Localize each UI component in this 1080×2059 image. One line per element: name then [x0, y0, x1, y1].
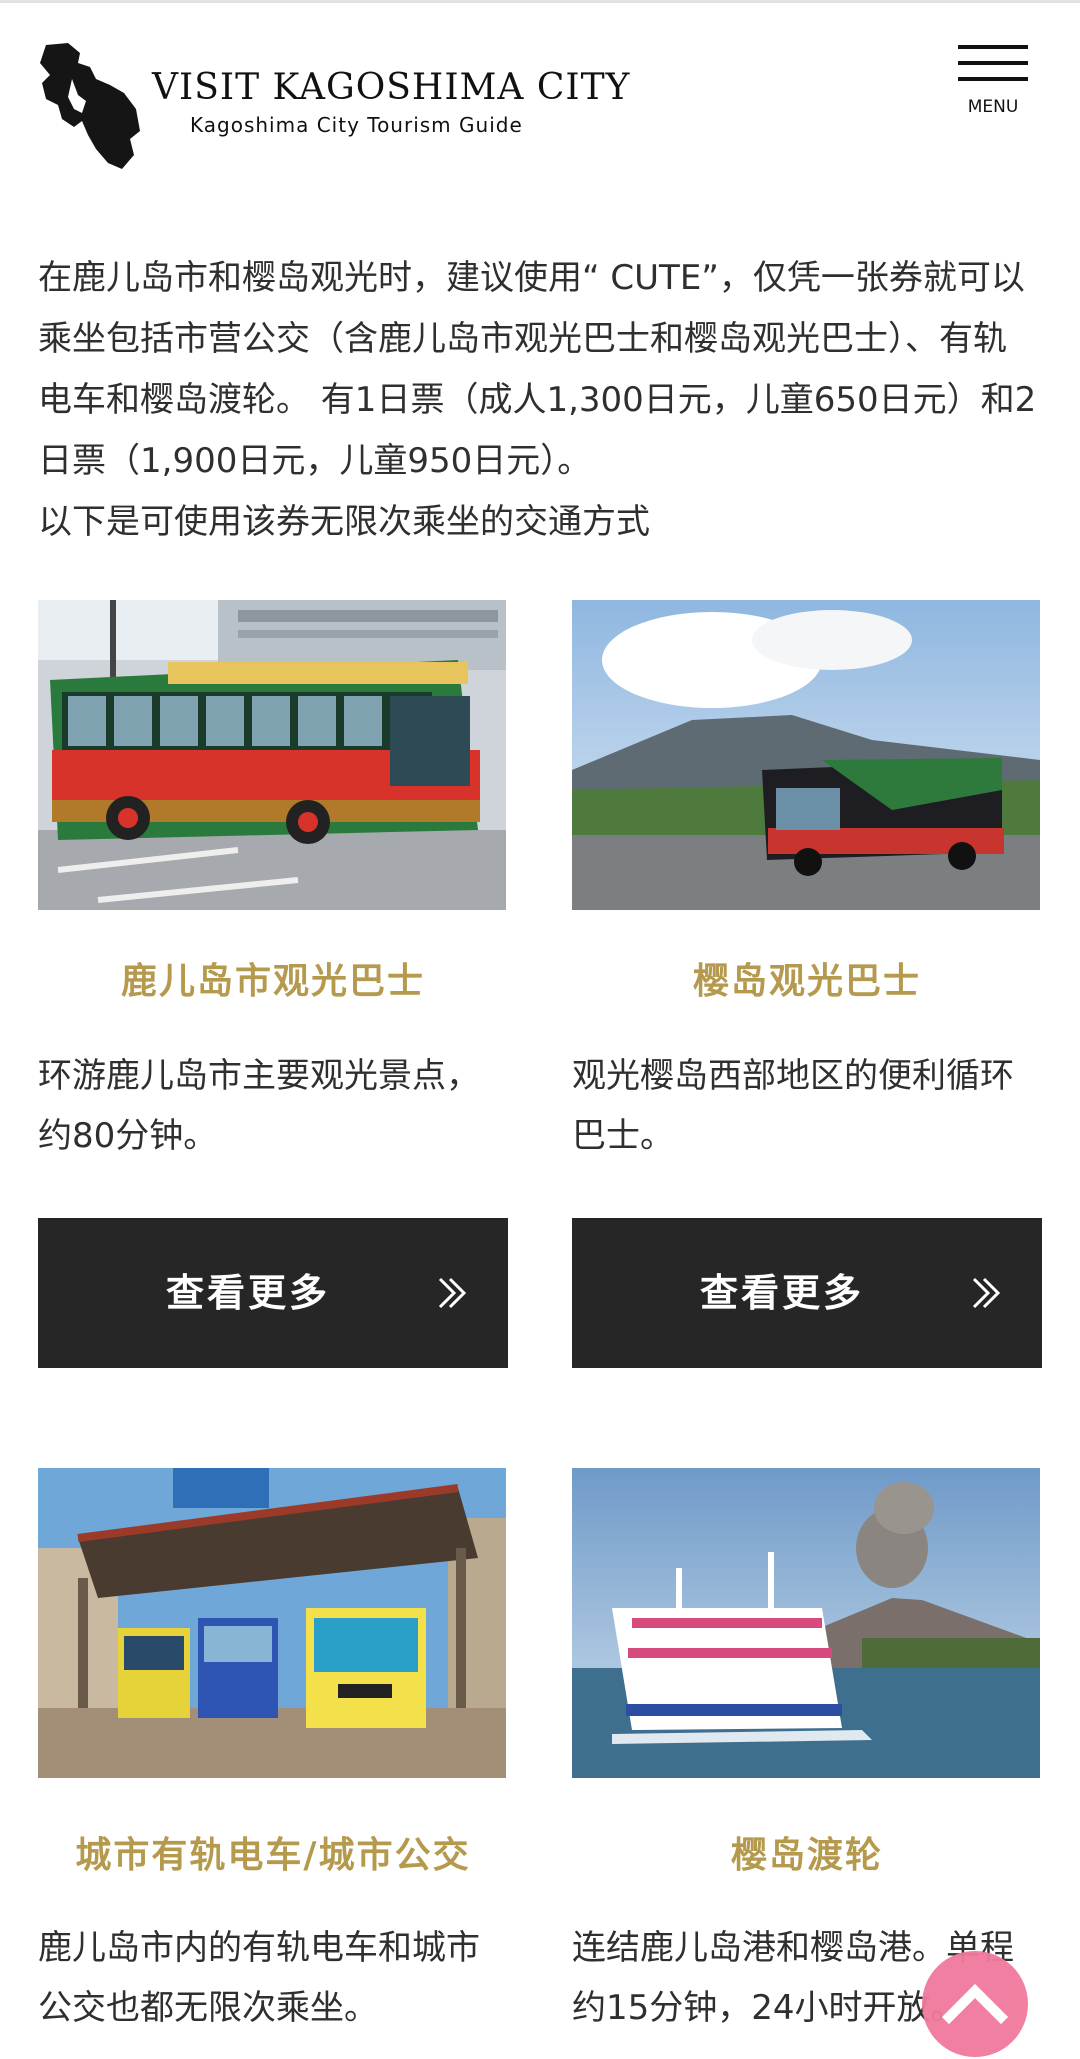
double-chevron-right-icon: [438, 1277, 467, 1309]
card-description: 环游鹿儿岛市主要观光景点，约80分钟。: [38, 1056, 480, 1156]
cityview-bus-photo[interactable]: [38, 600, 506, 910]
site-subtitle: Kagoshima City Tourism Guide: [190, 113, 523, 137]
sakurajima-bus-photo[interactable]: [572, 600, 1040, 910]
view-more-label: 查看更多: [165, 1271, 330, 1315]
hamburger-icon-line-bottom: [958, 77, 1028, 81]
card-description: 鹿儿岛市内的有轨电车和城市公交也都无限次乘坐。: [38, 1928, 480, 2028]
view-more-button[interactable]: 查看更多: [38, 1218, 508, 1368]
view-more-label: 查看更多: [699, 1271, 864, 1315]
site-header: VISIT KAGOSHIMA CITY Kagoshima City Tour…: [0, 3, 1080, 193]
menu-button[interactable]: MENU: [956, 41, 1030, 121]
card-title[interactable]: 樱岛渡轮: [572, 1826, 1042, 1878]
card-description: 观光樱岛西部地区的便利循环巴士。: [572, 1056, 1014, 1156]
card-title[interactable]: 樱岛观光巴士: [572, 952, 1042, 1004]
card-title[interactable]: 鹿儿岛市观光巴士: [38, 952, 508, 1004]
view-more-button[interactable]: 查看更多: [572, 1218, 1042, 1368]
double-chevron-right-icon: [972, 1277, 1001, 1309]
card-title[interactable]: 城市有轨电车/城市公交: [38, 1826, 508, 1878]
intro-paragraph: 在鹿儿岛市和樱岛观光时，建议使用“ CUTE”，仅凭一张券就可以乘坐包括市营公交…: [38, 258, 1037, 481]
hamburger-icon-line-middle: [958, 61, 1028, 65]
intro-text: 在鹿儿岛市和樱岛观光时，建议使用“ CUTE”，仅凭一张券就可以乘坐包括市营公交…: [38, 248, 1038, 553]
sakurajima-ferry-photo[interactable]: [572, 1468, 1040, 1778]
menu-label: MENU: [967, 97, 1019, 117]
kagoshima-map-logo-icon[interactable]: [38, 39, 142, 171]
city-tram-photo[interactable]: [38, 1468, 506, 1778]
back-to-top-button[interactable]: [922, 1951, 1028, 2057]
chevron-up-icon: [941, 1983, 1009, 2025]
site-title[interactable]: VISIT KAGOSHIMA CITY: [152, 67, 630, 108]
intro-lead: 以下是可使用该券无限次乘坐的交通方式: [38, 502, 650, 542]
hamburger-icon-line-top: [958, 45, 1028, 49]
